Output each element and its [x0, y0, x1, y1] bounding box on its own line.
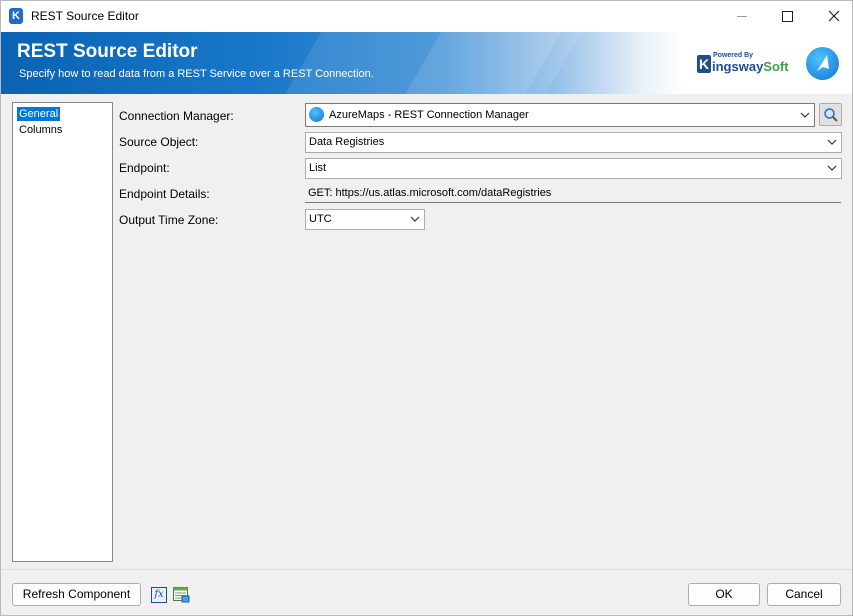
app-icon: K: [9, 8, 23, 24]
footer-divider: [1, 569, 852, 570]
endpoint-details-field: GET: https://us.atlas.microsoft.com/data…: [305, 183, 841, 203]
azure-maps-icon: [309, 106, 324, 122]
chevron-down-icon: [410, 216, 420, 222]
nav-item-columns[interactable]: Columns: [17, 123, 64, 137]
endpoint-label: Endpoint:: [119, 161, 170, 175]
ok-button[interactable]: OK: [688, 583, 760, 606]
rest-source-editor-window: K REST Source Editor REST Source Editor …: [0, 0, 853, 616]
connection-manager-label: Connection Manager:: [119, 109, 234, 123]
search-icon: [824, 108, 838, 122]
kingswaysoft-k-icon: K: [697, 55, 711, 73]
connection-manager-select[interactable]: AzureMaps - REST Connection Manager: [305, 103, 815, 127]
source-object-label: Source Object:: [119, 135, 199, 149]
search-connection-button[interactable]: [819, 103, 842, 126]
output-time-zone-value: UTC: [309, 213, 332, 225]
header-title: REST Source Editor: [17, 41, 198, 62]
chevron-down-icon: [827, 139, 837, 145]
close-icon: [828, 10, 840, 22]
brand-name: ingswaySoft: [712, 59, 789, 74]
chevron-down-icon: [827, 165, 837, 171]
output-time-zone-label: Output Time Zone:: [119, 213, 219, 227]
refresh-component-button[interactable]: Refresh Component: [12, 583, 141, 606]
nav-item-general[interactable]: General: [17, 107, 61, 121]
brand-name-accent: Soft: [763, 59, 789, 74]
header-banner: REST Source Editor Specify how to read d…: [1, 32, 852, 94]
section-nav: General Columns: [12, 102, 113, 562]
close-button[interactable]: [811, 1, 853, 32]
powered-by-text: Powered By: [713, 52, 754, 59]
header-subtitle: Specify how to read data from a REST Ser…: [19, 68, 374, 80]
maximize-button[interactable]: [765, 1, 811, 32]
source-object-value: Data Registries: [309, 136, 385, 148]
title-bar: K REST Source Editor: [1, 1, 852, 32]
cancel-button[interactable]: Cancel: [767, 583, 841, 606]
brand-name-main: ingsway: [712, 59, 764, 74]
fx-expression-icon[interactable]: fx: [151, 587, 167, 603]
table-icon[interactable]: [173, 587, 190, 603]
window-title: REST Source Editor: [31, 9, 139, 23]
minimize-button[interactable]: [719, 1, 765, 32]
kingswaysoft-logo: Powered By K ingswaySoft: [697, 52, 789, 77]
azure-maps-icon: [806, 47, 839, 80]
connection-manager-value: AzureMaps - REST Connection Manager: [329, 109, 529, 121]
source-object-select[interactable]: Data Registries: [305, 132, 842, 153]
endpoint-details-label: Endpoint Details:: [119, 187, 210, 201]
output-time-zone-select[interactable]: UTC: [305, 209, 425, 230]
endpoint-value: List: [309, 162, 327, 174]
endpoint-select[interactable]: List: [305, 158, 842, 179]
chevron-down-icon: [800, 112, 810, 118]
